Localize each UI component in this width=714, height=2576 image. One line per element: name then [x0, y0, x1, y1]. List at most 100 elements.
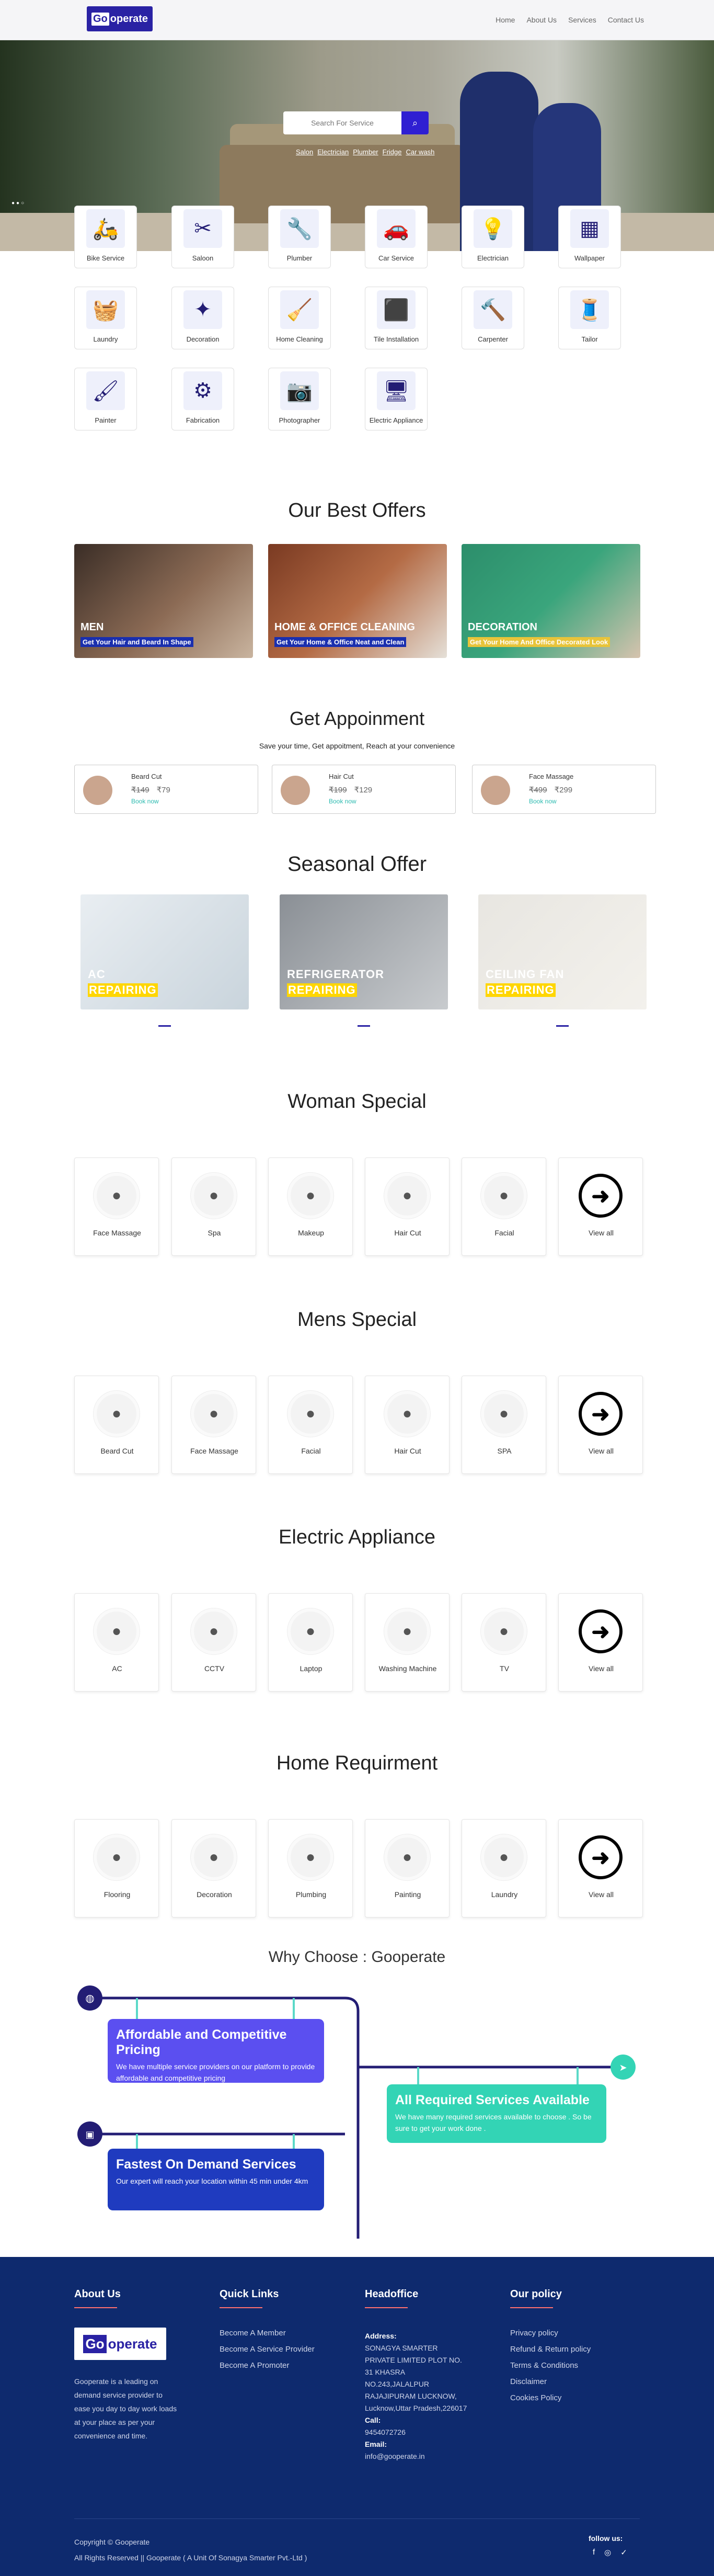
view-all-card[interactable]: ➜ View all: [558, 1593, 643, 1692]
twitter-icon[interactable]: ✓: [620, 2548, 627, 2557]
view-all-card[interactable]: ➜ View all: [558, 1158, 643, 1256]
fabrication-icon: ⚙: [183, 371, 222, 410]
service-card-painter[interactable]: 🖌 Painter: [74, 368, 137, 430]
nav-services[interactable]: Services: [568, 16, 596, 24]
woman-item-card[interactable]: ● Facial: [462, 1158, 546, 1256]
brand-logo[interactable]: Go operate: [87, 6, 153, 31]
tag-salon[interactable]: Salon: [296, 148, 313, 156]
seasonal-card[interactable]: AC REPAIRING: [80, 894, 249, 1009]
electric-item-card[interactable]: ● TV: [462, 1593, 546, 1692]
slider-dots[interactable]: ●●○: [11, 200, 26, 206]
seasonal-card[interactable]: REFRIGERATOR REPAIRING: [280, 894, 448, 1009]
service-card-electric-appliance[interactable]: 🖥 Electric Appliance: [365, 368, 428, 430]
seasonal-indicator[interactable]: [158, 1025, 171, 1027]
tag-electrician[interactable]: Electrician: [317, 148, 349, 156]
mens-item-card[interactable]: ● Beard Cut: [74, 1376, 159, 1474]
footer-link-promoter[interactable]: Become A Promoter: [220, 2357, 315, 2374]
appointment-card[interactable]: Beard Cut ₹149 ₹79 Book now: [74, 765, 258, 814]
avatar: [83, 776, 112, 805]
electric-item-card[interactable]: ● AC: [74, 1593, 159, 1692]
card-label: Laptop: [300, 1664, 323, 1673]
policy-cookies[interactable]: Cookies Policy: [510, 2390, 591, 2406]
hero-couch: [220, 145, 465, 223]
footer-underline: [74, 2307, 117, 2308]
policy-refund[interactable]: Refund & Return policy: [510, 2341, 591, 2357]
service-card-saloon[interactable]: ✂ Saloon: [171, 206, 234, 268]
seasonal-card[interactable]: CEILING FAN REPAIRING: [478, 894, 647, 1009]
facebook-icon[interactable]: f: [593, 2548, 595, 2557]
service-label: Plumber: [286, 254, 313, 262]
view-all-card[interactable]: ➜ View all: [558, 1376, 643, 1474]
service-image: ●: [94, 1608, 140, 1654]
view-all-card[interactable]: ➜ View all: [558, 1819, 643, 1917]
service-label: Fabrication: [186, 416, 220, 424]
home-item-card[interactable]: ● Flooring: [74, 1819, 159, 1917]
nav-about[interactable]: About Us: [526, 16, 557, 24]
policy-disclaimer[interactable]: Disclaimer: [510, 2374, 591, 2390]
service-card-plumber[interactable]: 🔧 Plumber: [268, 206, 331, 268]
search-button[interactable]: ⌕: [401, 111, 429, 134]
old-price: ₹199: [329, 786, 347, 795]
offer-card-decoration[interactable]: DECORATION Get Your Home And Office Deco…: [462, 544, 640, 658]
service-image: ●: [287, 1608, 333, 1654]
nav-home[interactable]: Home: [496, 16, 515, 24]
service-card-carpenter[interactable]: 🔨 Carpenter: [462, 287, 524, 349]
home-item-card[interactable]: ● Plumbing: [268, 1819, 353, 1917]
service-card-bike-service[interactable]: 🛵 Bike Service: [74, 206, 137, 268]
tag-fridge[interactable]: Fridge: [383, 148, 402, 156]
mens-item-card[interactable]: ● Face Massage: [171, 1376, 256, 1474]
card-label: CCTV: [204, 1664, 225, 1673]
instagram-icon[interactable]: ◎: [604, 2548, 611, 2557]
service-card-photographer[interactable]: 📷 Photographer: [268, 368, 331, 430]
service-card-tile-installation[interactable]: ⬛ Tile Installation: [365, 287, 428, 349]
service-card-decoration[interactable]: ✦ Decoration: [171, 287, 234, 349]
woman-item-card[interactable]: ● Hair Cut: [365, 1158, 450, 1256]
arrow-right-icon: ➜: [579, 1392, 623, 1436]
service-card-home-cleaning[interactable]: 🧹 Home Cleaning: [268, 287, 331, 349]
appointment-card[interactable]: Face Massage ₹499 ₹299 Book now: [472, 765, 656, 814]
tag-car-wash[interactable]: Car wash: [406, 148, 435, 156]
search-input[interactable]: [283, 111, 401, 134]
tag-plumber[interactable]: Plumber: [353, 148, 378, 156]
home-item-card[interactable]: ● Laundry: [462, 1819, 546, 1917]
seasonal-indicator[interactable]: [556, 1025, 569, 1027]
service-card-electrician[interactable]: 💡 Electrician: [462, 206, 524, 268]
mens-item-card[interactable]: ● SPA: [462, 1376, 546, 1474]
service-card-laundry[interactable]: 🧺 Laundry: [74, 287, 137, 349]
home-item-card[interactable]: ● Painting: [365, 1819, 450, 1917]
woman-item-card[interactable]: ● Spa: [171, 1158, 256, 1256]
footer-policies: Privacy policy Refund & Return policy Te…: [510, 2325, 591, 2406]
email-link[interactable]: info@gooperate.in: [365, 2450, 469, 2462]
policy-privacy[interactable]: Privacy policy: [510, 2325, 591, 2341]
service-card-wallpaper[interactable]: ▦ Wallpaper: [558, 206, 621, 268]
appointment-card[interactable]: Hair Cut ₹199 ₹129 Book now: [272, 765, 456, 814]
phone-link[interactable]: 9454072726: [365, 2426, 469, 2438]
service-card-car-service[interactable]: 🚗 Car Service: [365, 206, 428, 268]
footer-link-provider[interactable]: Become A Service Provider: [220, 2341, 315, 2357]
service-card-fabrication[interactable]: ⚙ Fabrication: [171, 368, 234, 430]
service-label: Painter: [95, 416, 117, 424]
woman-item-card[interactable]: ● Face Massage: [74, 1158, 159, 1256]
home-item-card[interactable]: ● Decoration: [171, 1819, 256, 1917]
appointment-title: Get Appoinment: [289, 708, 425, 729]
electric-item-card[interactable]: ● Washing Machine: [365, 1593, 450, 1692]
call-label: Call:: [365, 2416, 381, 2424]
service-card-tailor[interactable]: 🧵 Tailor: [558, 287, 621, 349]
mens-item-card[interactable]: ● Facial: [268, 1376, 353, 1474]
electric-item-card[interactable]: ● Laptop: [268, 1593, 353, 1692]
seasonal-indicator[interactable]: [358, 1025, 370, 1027]
offer-card-men[interactable]: MEN Get Your Hair and Beard In Shape: [74, 544, 253, 658]
book-now-link[interactable]: Book now: [329, 798, 356, 805]
offer-card-cleaning[interactable]: HOME & OFFICE CLEANING Get Your Home & O…: [268, 544, 447, 658]
why-card-desc: Our expert will reach your location with…: [116, 2177, 308, 2185]
book-now-link[interactable]: Book now: [131, 798, 159, 805]
woman-item-card[interactable]: ● Makeup: [268, 1158, 353, 1256]
book-now-link[interactable]: Book now: [529, 798, 557, 805]
mens-item-card[interactable]: ● Hair Cut: [365, 1376, 450, 1474]
nav-contact[interactable]: Contact Us: [608, 16, 644, 24]
footer-logo[interactable]: Go operate: [74, 2328, 166, 2360]
policy-terms[interactable]: Terms & Conditions: [510, 2357, 591, 2374]
footer-link-member[interactable]: Become A Member: [220, 2325, 315, 2341]
footer-divider: [74, 2518, 640, 2519]
electric-item-card[interactable]: ● CCTV: [171, 1593, 256, 1692]
